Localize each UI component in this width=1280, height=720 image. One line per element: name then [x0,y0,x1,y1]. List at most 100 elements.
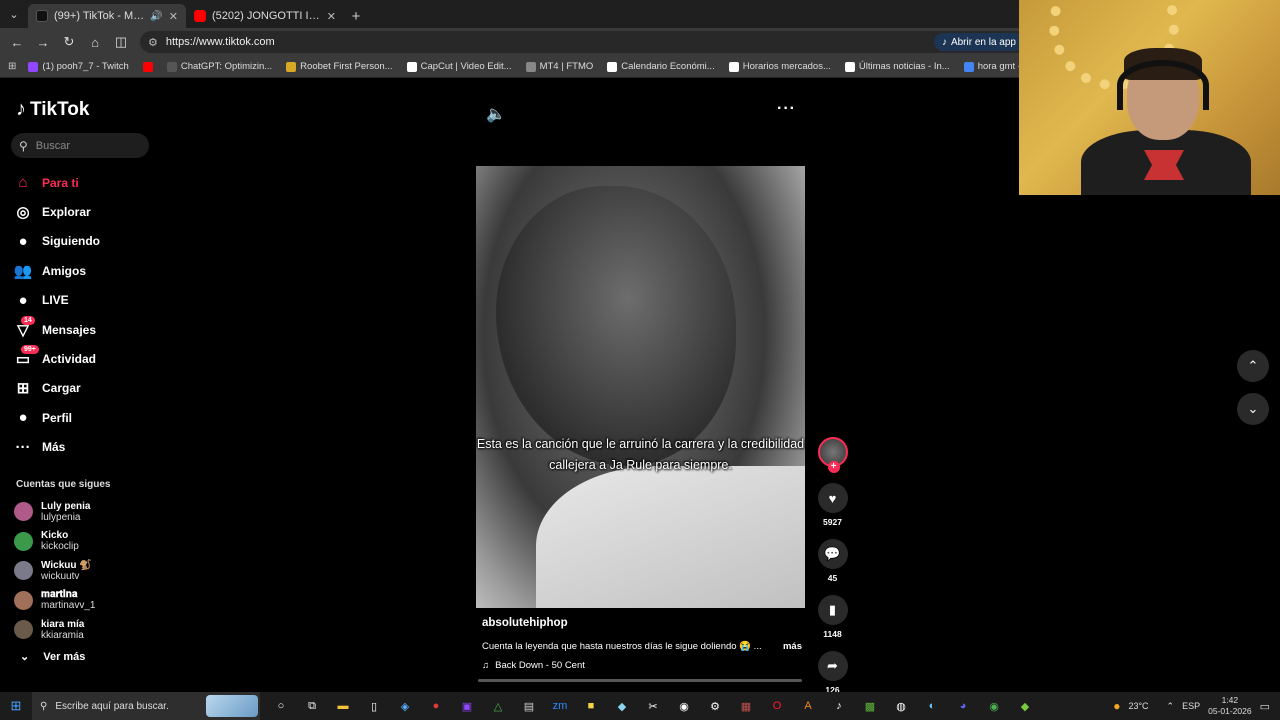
back-button[interactable]: ← [6,31,28,53]
nav-item-upload[interactable]: ⊞ Cargar [14,374,100,403]
new-tab-button[interactable]: + [344,4,368,28]
steam-icon[interactable]: ◐ [921,695,943,717]
tray-expand-icon[interactable]: ⌃ [1167,701,1175,712]
like-button[interactable]: ♥ [817,483,848,513]
bookmark-item[interactable] [137,61,159,72]
home-button[interactable]: ⌂ [84,31,106,53]
bookmark-item[interactable]: Calendario Económi... [601,61,720,72]
reload-button[interactable]: ↻ [58,31,80,53]
save-button[interactable]: ▮ [817,595,848,625]
cortana-icon[interactable]: ○ [270,695,292,717]
chrome-icon[interactable]: ◉ [983,695,1005,717]
url-bar[interactable]: ⚙ https://www.tiktok.com ♪ Abrir en la a… [140,31,1030,53]
follow-plus-icon[interactable]: + [827,461,840,473]
see-more-button[interactable]: ⌄ Ver más [20,650,85,664]
sticky-notes-icon[interactable]: ■ [580,695,602,717]
copilot-icon[interactable]: ◈ [394,695,416,717]
heart-icon: ♥ [828,490,837,506]
video-author[interactable]: absolutehiphop [482,617,568,629]
open-in-app-button[interactable]: ♪ Abrir en la app [933,33,1024,51]
tab-tiktok[interactable]: (99+) TikTok - Make Your Day 🔊 ✕ [28,4,186,28]
author-avatar[interactable]: + [817,437,848,473]
video-frame-shirt [536,466,805,608]
notepad-icon[interactable]: ▯ [363,695,385,717]
previous-video-button[interactable]: ⌃ [1237,350,1269,382]
account-username: kickoclip [41,541,79,553]
settings-icon[interactable]: ⚙ [704,695,726,717]
close-tab-icon[interactable]: ✕ [327,10,336,23]
nav-item-more[interactable]: ··· Más [14,433,100,462]
video-progress-bar[interactable] [478,679,802,682]
close-tab-icon[interactable]: ✕ [169,10,178,23]
task-view-icon[interactable]: ⧉ [301,695,323,717]
bookmark-item[interactable]: (1) pooh7_7 - Twitch [22,61,134,72]
apps-grid-icon[interactable]: ⊞ [8,61,16,72]
more-button[interactable]: más [783,641,802,652]
nav-item-profile[interactable]: ● Perfil [14,403,100,432]
following-account[interactable]: Kicko kickoclip [14,527,95,557]
nav-item-friends[interactable]: 👥 Amigos [14,256,100,285]
app-icon[interactable]: ◍ [890,695,912,717]
taskbar-search-input[interactable]: ⚲ Escribe aquí para buscar. [32,692,260,720]
file-explorer-icon[interactable]: ▬ [332,695,354,717]
open-in-app-label: Abrir en la app [950,36,1016,48]
share-button[interactable]: ➦ [817,651,848,681]
search-input[interactable]: ⚲ Buscar [11,133,149,158]
tab-search-icon[interactable]: ⌄ [0,0,28,28]
nav-item-live[interactable]: ● LIVE [14,286,100,315]
nav-item-compass[interactable]: ◎ Explorar [14,197,100,226]
tab-youtube[interactable]: (5202) JONGOTTI IRL CEMENTE ✕ [186,4,344,28]
following-account[interactable]: Wickuu 🐒 wickuutv [14,556,95,586]
following-account[interactable]: Luly penia lulypenia [14,497,95,527]
bookmark-item[interactable]: ChatGPT: Optimizin... [161,61,278,72]
bookmark-item[interactable]: Últimas noticias - In... [839,61,956,72]
nav-item-home[interactable]: ⌂ Para ti [14,168,100,197]
comment-button[interactable]: 💬 [817,539,848,569]
zoom-icon[interactable]: zm [549,695,571,717]
bookmark-item[interactable]: Horarios mercados... [723,61,837,72]
drive-icon[interactable]: △ [487,695,509,717]
tiktok-logo[interactable]: ♪ TikTok [16,98,89,121]
discord-icon[interactable]: ◕ [952,695,974,717]
weather-temp[interactable]: 23°C [1128,701,1148,711]
record-icon[interactable]: ● [425,695,447,717]
app-icon[interactable]: ◆ [611,695,633,717]
clock[interactable]: 1:42 05-01-2026 [1208,695,1251,717]
video-player[interactable]: Esta es la canción que le arruinó la car… [476,166,805,608]
bookmark-item[interactable]: MT4 | FTMO [520,61,600,72]
next-video-button[interactable]: ⌄ [1237,393,1269,425]
notifications-icon[interactable]: ▭ [1260,700,1270,713]
tiktok-sidebar: ♪ TikTok ⚲ Buscar ⌂ Para ti ◎ Explorar ● Sigu… [0,78,160,692]
nav-item-activity[interactable]: ▭ 99+ Actividad [14,344,100,373]
speaker-icon[interactable]: 🔊 [150,11,162,22]
app-icon[interactable]: ◆ [1014,695,1036,717]
minecraft-icon[interactable]: ▩ [859,695,881,717]
language-indicator[interactable]: ESP [1182,701,1200,711]
bookmark-item[interactable]: CapCut | Video Edit... [401,61,518,72]
nav-item-messages[interactable]: ▽ 14 Mensajes [14,315,100,344]
nav-label: Mensajes [42,322,97,337]
opera-icon[interactable]: O [766,695,788,717]
share-icon: ➦ [827,658,838,673]
video-music[interactable]: ♫ Back Down - 50 Cent [482,660,585,671]
following-account[interactable]: 𝐦𝐚𝐫𝐭𝐢𝐧𝐚 martinavv_1 [14,586,95,616]
bookmark-item[interactable]: Roobet First Person... [280,61,398,72]
volume-icon[interactable]: 🔈 [486,104,506,124]
app-icon[interactable]: ◉ [673,695,695,717]
site-info-icon[interactable]: ⚙ [148,36,158,49]
account-username: lulypenia [41,511,81,523]
app-icon[interactable]: ▤ [518,695,540,717]
weather-icon[interactable]: ● [1113,699,1120,713]
split-view-button[interactable]: ◫ [110,31,132,53]
forward-button[interactable]: → [32,31,54,53]
capcut-icon[interactable]: ✂ [642,695,664,717]
app-icon[interactable]: ▦ [735,695,757,717]
more-options-icon[interactable]: ··· [777,100,796,118]
twitch-icon[interactable]: ▣ [456,695,478,717]
windows-start-icon[interactable]: ⊞ [0,698,32,714]
following-account[interactable]: kiara mía kkiaramia [14,615,95,645]
nav-item-following-avatar[interactable]: ● Siguiendo [14,227,100,256]
app-icon[interactable]: A [797,695,819,717]
tiktok-icon[interactable]: ♪ [828,695,850,717]
bookmark-favicon-icon [166,61,177,72]
